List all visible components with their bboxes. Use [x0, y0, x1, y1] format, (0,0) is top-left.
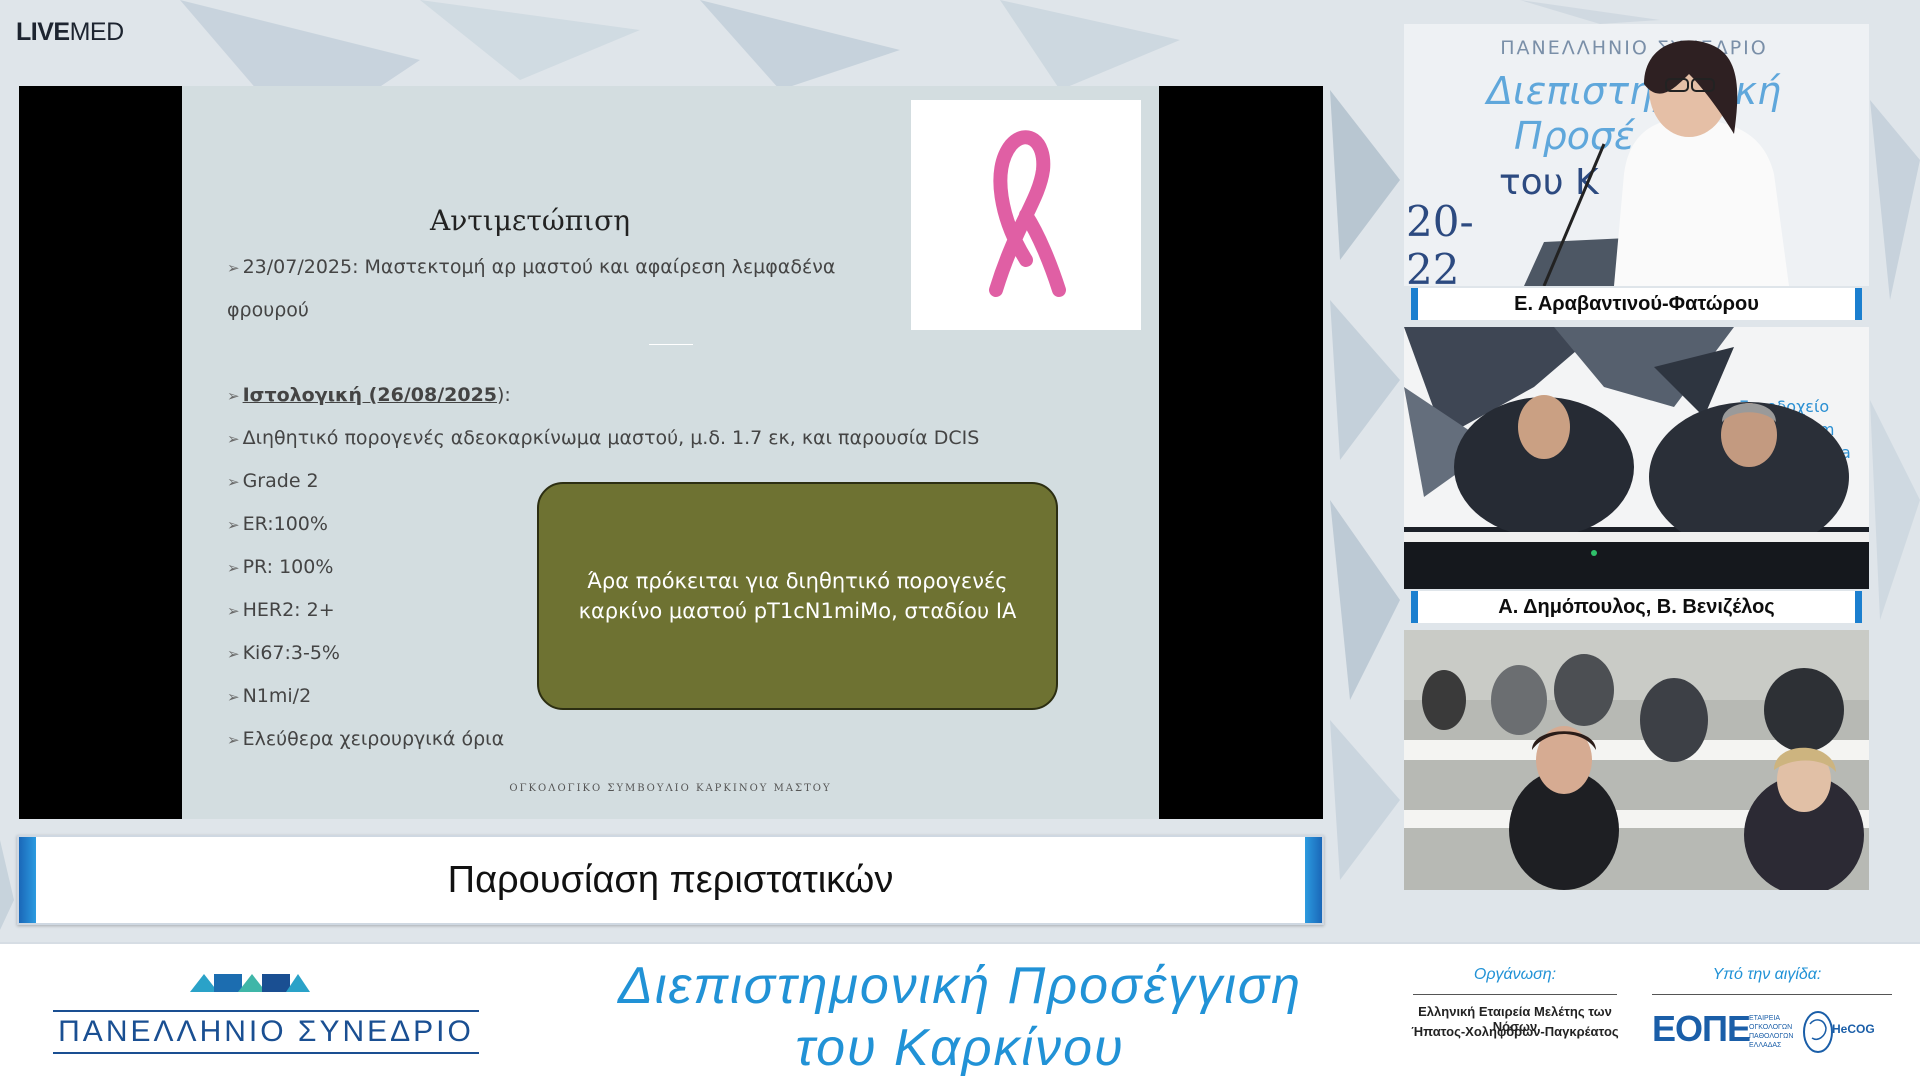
svg-text:ΠΑΝΕΛΛΗΝΙΟ ΣΥΝΕΔΡΙΟ: ΠΑΝΕΛΛΗΝΙΟ ΣΥΝΕΔΡΙΟ: [1500, 37, 1767, 59]
speaker-name: Α. Δημόπουλος, Β. Βενιζέλος: [1411, 591, 1862, 623]
list-item: ➢ N1mi/2: [227, 685, 312, 707]
eope-logo: ΕΟΠΕ: [1652, 1008, 1751, 1049]
list-item: ➢ Grade 2: [227, 470, 319, 492]
conclusion-callout: Άρα πρόκειται για διηθητικό πορογενές κα…: [537, 482, 1058, 710]
congress-logo-icon: [190, 974, 310, 992]
organization-name: Ήπατος-Χοληφόρων-Παγκρέατος: [1411, 1024, 1619, 1039]
livemed-logo: LIVEMED: [16, 18, 124, 46]
treatment-bullet: ➢ 23/07/2025: Μαστεκτομή αρ μαστού και αφ…: [227, 256, 836, 278]
auspices-label: Υπό την αιγίδα:: [1712, 966, 1822, 983]
panel-video: Ξενοδοχείο henaeum ontinenta: [1404, 327, 1869, 589]
ribbon-image: [911, 100, 1141, 330]
treatment-bullet-cont: φρουρού: [227, 299, 309, 321]
svg-text:20-: 20-: [1406, 197, 1474, 246]
congress-title: του Καρκίνου: [795, 1019, 1125, 1077]
list-item: ➢ Ελεύθερα χειρουργικά όρια: [227, 728, 505, 750]
list-item: ➢ Διηθητικό πορογενές αδεοκαρκίνωμα μαστο…: [227, 427, 980, 449]
list-item: ➢ ER:100%: [227, 513, 328, 535]
svg-text:του Κ: του Κ: [1499, 162, 1600, 203]
congress-label: ΠΑΝΕΛΛΗΝΙΟ ΣΥΝΕΔΡΙΟ: [53, 1010, 479, 1054]
list-item: ➢ Ki67:3-5%: [227, 642, 340, 664]
session-topic: Παρουσίαση περιστατικών: [447, 859, 894, 901]
divider: [649, 344, 693, 345]
speaker-video: ΠΑΝΕΛΛΗΝΙΟ ΣΥΝΕΔΡΙΟ Διεπιστημονική Προσέ…: [1404, 24, 1869, 286]
conference-banner: ΠΑΝΕΛΛΗΝΙΟ ΣΥΝΕΔΡΙΟ Διεπιστημονική Προσέ…: [0, 942, 1920, 1080]
histology-bullet: ➢ Ιστολογική (26/08/2025):: [227, 384, 511, 406]
organization-label: Οργάνωση:: [1473, 966, 1557, 983]
presentation-frame: Αντιμετώπιση ➢ 23/07/2025: Μαστεκτομή αρ …: [19, 86, 1323, 819]
slide: Αντιμετώπιση ➢ 23/07/2025: Μαστεκτομή αρ …: [182, 86, 1159, 819]
congress-title: Διεπιστημονική Προσέγγιση: [617, 957, 1302, 1015]
audience-video: [1404, 630, 1869, 890]
svg-text:22: 22: [1406, 245, 1459, 286]
svg-text:Προσέ: Προσέ: [1514, 114, 1636, 158]
speaker-name: Ε. Αραβαντινού-Φατώρου: [1411, 288, 1862, 320]
hecog-logo: HeCOG: [1832, 1022, 1875, 1036]
slide-footer: ΟΓΚΟΛΟΓΙΚΟ ΣΥΜΒΟΥΛΙΟ ΚΑΡΚΙΝΟΥ ΜΑΣΤΟΥ: [509, 783, 832, 794]
list-item: ➢ HER2: 2+: [227, 599, 335, 621]
topic-bar: Παρουσίαση περιστατικών: [17, 835, 1324, 925]
list-item: ➢ PR: 100%: [227, 556, 334, 578]
slide-title: Αντιμετώπιση: [430, 204, 631, 237]
